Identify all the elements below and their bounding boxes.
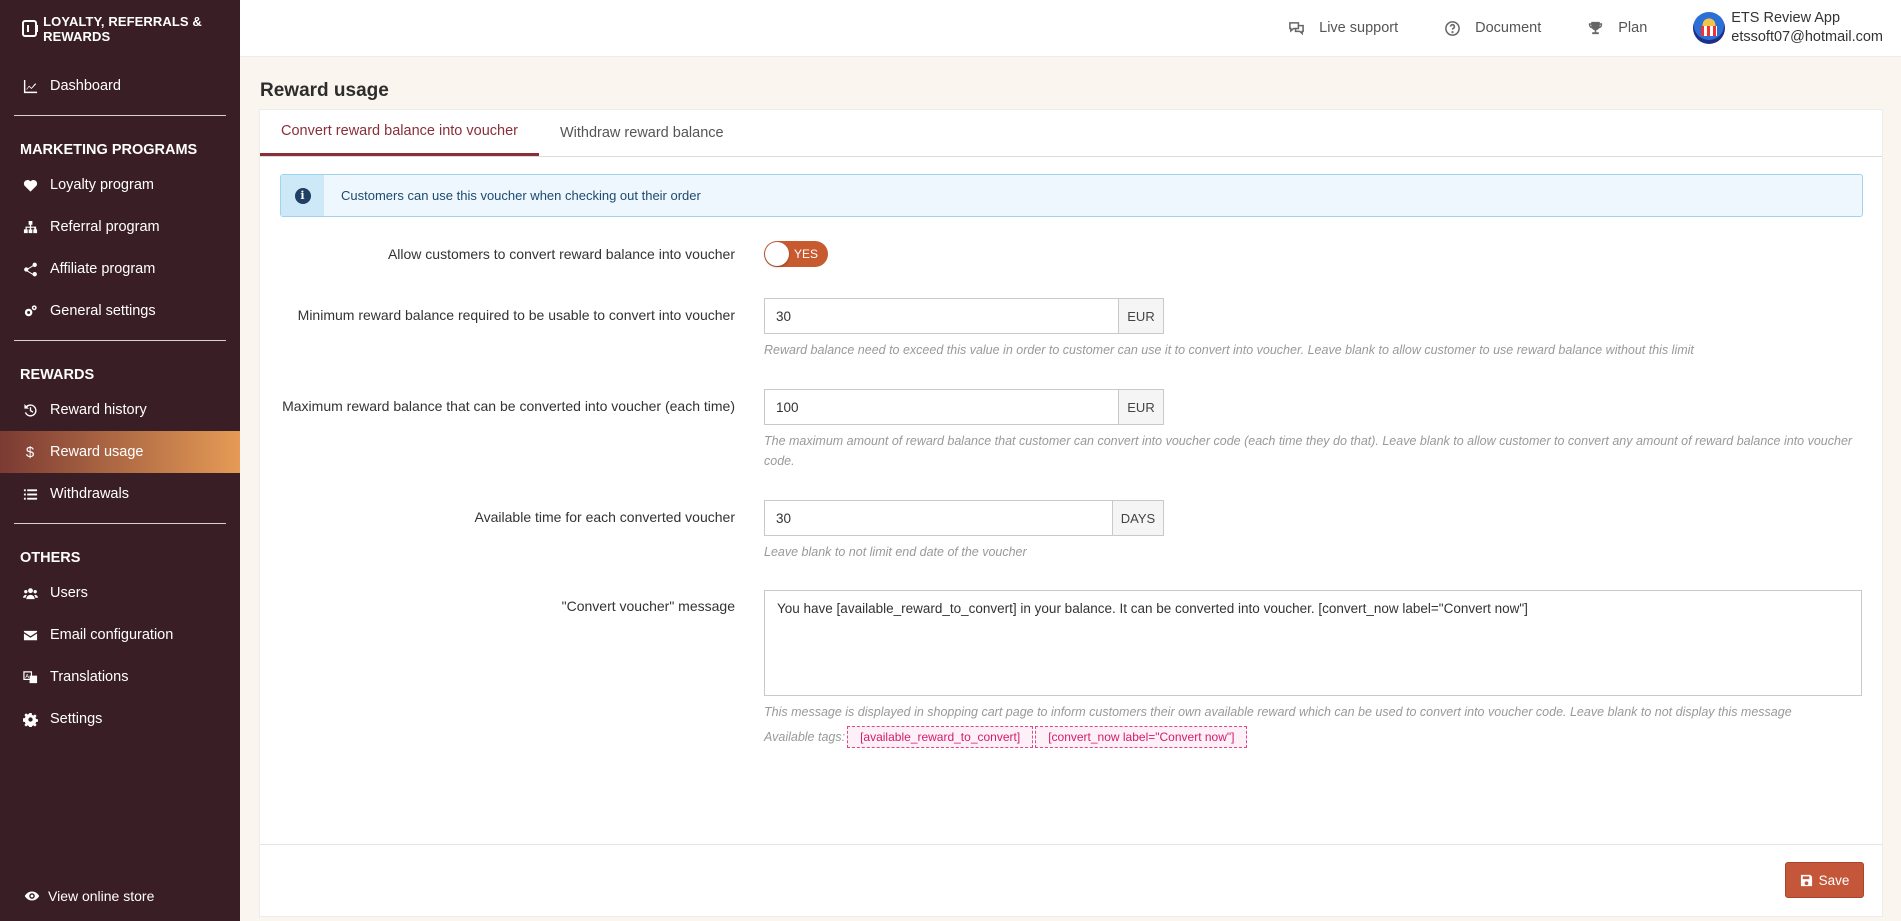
avatar [1693,12,1726,44]
max-balance-unit: EUR [1118,389,1164,425]
page-title: Reward usage [260,80,389,101]
live-support-label: Live support [1319,20,1399,36]
tag-convert-now[interactable]: [convert_now label="Convert now"] [1035,726,1248,748]
tabs: Convert reward balance into voucher With… [260,110,1882,157]
sidebar-item-dashboard[interactable]: Dashboard [0,65,240,107]
plan-link[interactable]: Plan [1587,20,1647,37]
topbar: Live support Document Plan ETS Review Ap… [240,0,1901,57]
brand[interactable]: LOYALTY, REFERRALS & REWARDS [0,0,240,57]
available-tags-label: Available tags: [764,730,846,744]
sidebar-item-settings[interactable]: Settings [0,698,240,740]
list-icon [22,486,38,502]
allow-convert-toggle[interactable]: YES [764,241,828,267]
brand-name: LOYALTY, REFERRALS & REWARDS [43,13,202,44]
sidebar-item-label: Withdrawals [50,486,129,502]
history-icon [22,402,38,418]
plan-label: Plan [1618,20,1648,36]
view-online-store-link[interactable]: View online store [0,871,240,921]
svg-text:A: A [25,673,29,679]
share-icon [22,261,38,277]
document-link[interactable]: Document [1444,20,1541,37]
section-title-marketing: MARKETING PROGRAMS [20,142,198,158]
sidebar-item-reward-usage[interactable]: $ Reward usage [0,431,240,473]
sidebar-item-affiliate[interactable]: Affiliate program [0,248,240,290]
sidebar-item-translations[interactable]: A Translations [0,656,240,698]
sidebar-item-label: Referral program [50,219,160,235]
card-footer-divider [260,844,1882,845]
floppy-icon [1800,874,1812,886]
sidebar-item-referral[interactable]: Referral program [0,206,240,248]
sidebar-item-label: Loyalty program [50,177,154,193]
sidebar-item-label: Email configuration [50,627,174,643]
users-icon [22,585,38,601]
user-name: ETS Review App [1731,10,1841,26]
sidebar-item-label: Reward usage [50,444,144,460]
available-tags: Available tags: [available_reward_to_con… [764,726,1864,748]
min-balance-unit: EUR [1118,298,1164,334]
sidebar-item-reward-history[interactable]: Reward history [0,389,240,431]
sidebar-item-users[interactable]: Users [0,572,240,614]
sidebar-item-withdrawals[interactable]: Withdrawals [0,473,240,515]
envelope-icon [22,627,38,643]
min-balance-help: Reward balance need to exceed this value… [764,343,1694,357]
available-time-label: Available time for each converted vouche… [474,509,735,525]
allow-convert-label: Allow customers to convert reward balanc… [387,246,735,262]
alert-text: Customers can use this voucher when chec… [341,188,701,203]
sidebar-item-label: General settings [50,303,156,319]
min-balance-label: Minimum reward balance required to be us… [297,307,735,323]
toggle-value: YES [793,247,818,261]
min-balance-input[interactable]: 30 [764,298,1118,334]
settings-card: Convert reward balance into voucher With… [259,109,1883,917]
sidebar-item-general-settings[interactable]: General settings [0,290,240,332]
heart-icon [22,177,38,193]
sidebar: LOYALTY, REFERRALS & REWARDS Dashboard M… [0,0,240,921]
eye-icon [24,891,40,901]
convert-message-help: This message is displayed in shopping ca… [764,705,1792,719]
document-label: Document [1475,20,1542,36]
user-info: ETS Review App etssoft07@hotmail.com [1731,9,1883,47]
chart-line-icon [22,78,38,94]
sidebar-item-label: Dashboard [50,78,121,94]
language-icon: A [22,669,38,685]
available-time-unit: DAYS [1112,500,1164,536]
view-store-label: View online store [48,888,155,904]
sidebar-item-label: Translations [50,669,129,685]
tag-available-reward[interactable]: [available_reward_to_convert] [847,726,1034,748]
sidebar-item-label: Affiliate program [50,261,156,277]
available-time-input[interactable]: 30 [764,500,1112,536]
section-title-rewards: REWARDS [20,367,95,383]
dollar-icon: $ [25,443,35,461]
gear-icon [22,711,38,727]
tab-withdraw-balance[interactable]: Withdraw reward balance [539,109,745,156]
available-time-help: Leave blank to not limit end date of the… [764,545,1027,559]
toggle-knob [765,242,789,266]
section-title-others: OTHERS [20,550,81,566]
trophy-icon [1589,21,1603,34]
convert-message-textarea[interactable]: You have [available_reward_to_convert] i… [764,590,1862,696]
live-support-link[interactable]: Live support [1288,20,1398,37]
chat-icon [1289,21,1305,35]
user-menu[interactable]: ETS Review App etssoft07@hotmail.com [1693,9,1883,47]
sidebar-item-label: Reward history [50,402,147,418]
tab-convert-voucher[interactable]: Convert reward balance into voucher [260,109,539,156]
sidebar-item-label: Users [50,585,88,601]
question-circle-icon [1445,20,1461,36]
brand-logo-icon [22,20,39,37]
max-balance-label: Maximum reward balance that can be conve… [282,398,735,414]
max-balance-input[interactable]: 100 [764,389,1118,425]
convert-message-label: "Convert voucher" message [561,598,735,614]
sitemap-icon [22,219,38,235]
gears-icon [22,303,38,319]
save-label: Save [1818,872,1850,888]
max-balance-help: The maximum amount of reward balance tha… [764,434,1853,468]
info-icon: i [281,175,324,216]
sidebar-item-email-configuration[interactable]: Email configuration [0,614,240,656]
save-button[interactable]: Save [1785,862,1864,898]
user-email: etssoft07@hotmail.com [1731,29,1883,45]
sidebar-item-label: Settings [50,711,103,727]
info-alert: i Customers can use this voucher when ch… [280,174,1863,217]
sidebar-item-loyalty[interactable]: Loyalty program [0,164,240,206]
